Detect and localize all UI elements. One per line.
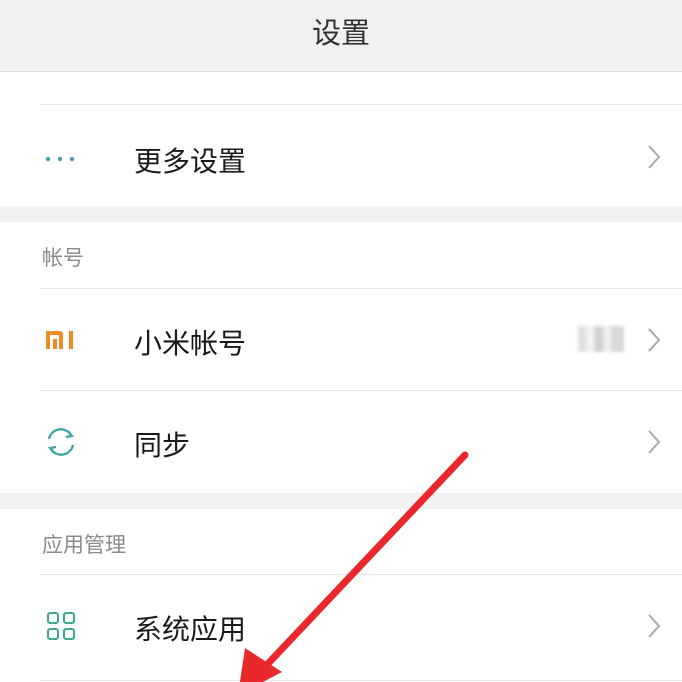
mi-logo-icon bbox=[40, 319, 82, 361]
section-separator bbox=[0, 206, 682, 222]
row-system-apps[interactable]: 系统应用 bbox=[0, 575, 682, 679]
row-label: 小米帐号 bbox=[134, 327, 247, 360]
section-header-account: 帐号 bbox=[0, 222, 682, 288]
row-sync[interactable]: 同步 bbox=[0, 391, 682, 493]
chevron-right-icon bbox=[648, 328, 661, 352]
grid-apps-icon bbox=[40, 605, 82, 647]
chevron-right-icon bbox=[648, 430, 661, 454]
section-separator bbox=[0, 493, 682, 509]
title-bar: 设置 bbox=[0, 0, 682, 72]
section-title: 应用管理 bbox=[42, 533, 126, 557]
more-dots-icon bbox=[40, 138, 82, 180]
row-label: 同步 bbox=[134, 429, 191, 462]
chevron-right-icon bbox=[648, 145, 661, 169]
section-header-app-management: 应用管理 bbox=[0, 509, 682, 574]
row-more-settings[interactable]: 更多设置 bbox=[0, 120, 682, 206]
divider bbox=[40, 104, 682, 105]
row-mi-account[interactable]: 小米帐号 bbox=[0, 289, 682, 389]
page-title: 设置 bbox=[311, 16, 370, 50]
divider bbox=[40, 680, 682, 681]
row-label: 更多设置 bbox=[134, 145, 247, 178]
section-title: 帐号 bbox=[42, 246, 84, 270]
chevron-right-icon bbox=[648, 614, 661, 638]
account-id-blurred bbox=[578, 326, 624, 352]
row-label: 系统应用 bbox=[134, 613, 247, 646]
sync-icon bbox=[40, 421, 82, 463]
